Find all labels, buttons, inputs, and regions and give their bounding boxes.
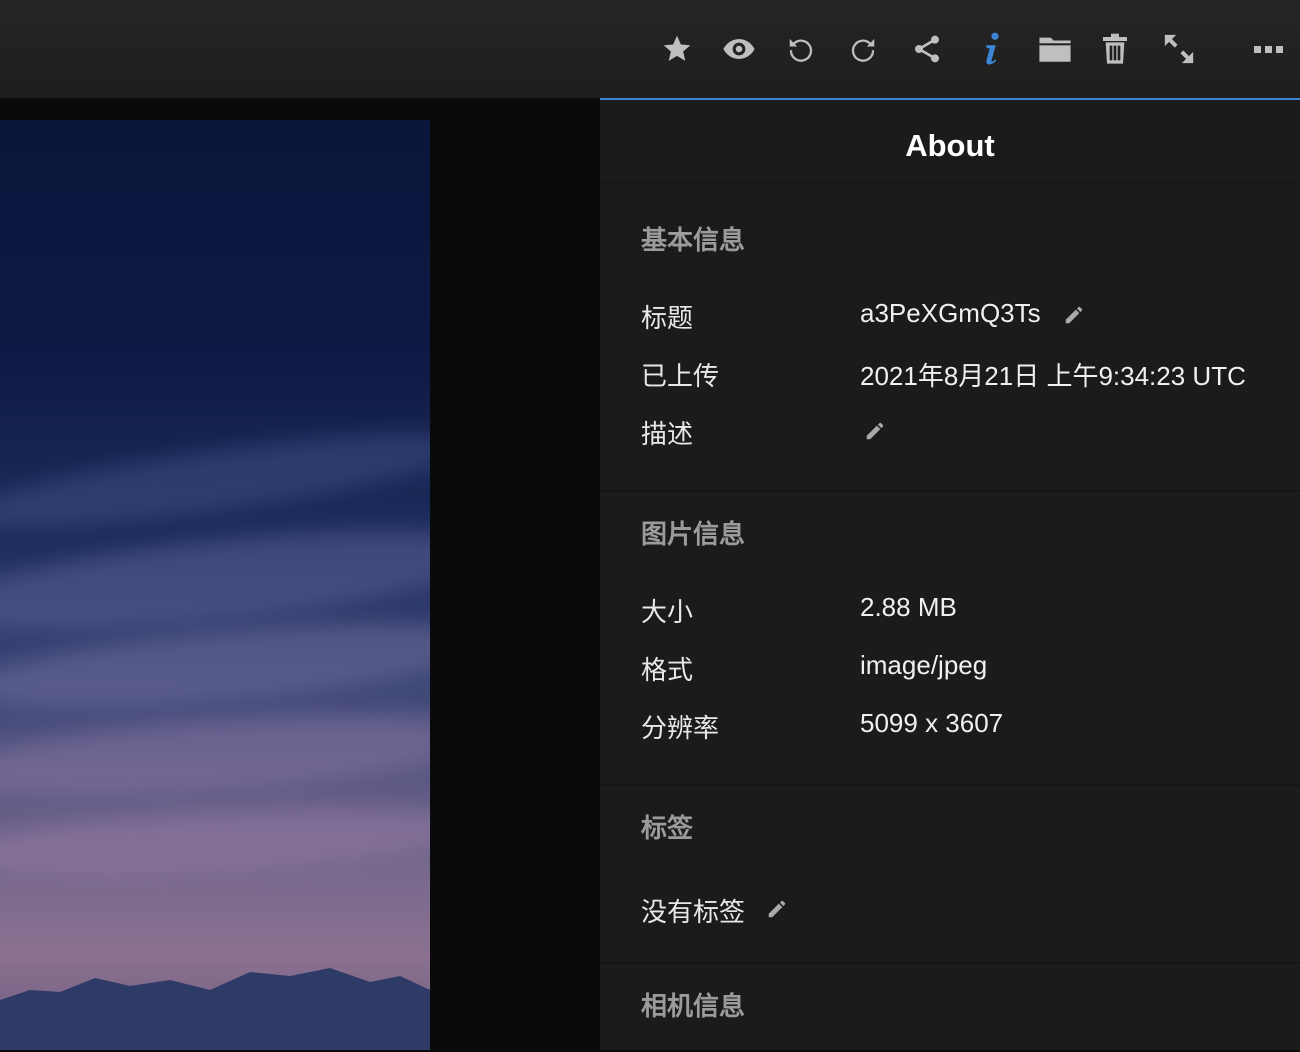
no-tags-text: 没有标签	[641, 897, 746, 927]
resolution-label: 分辨率	[641, 713, 720, 743]
folder-icon[interactable]	[1035, 30, 1075, 68]
size-value: 2.88 MB	[860, 592, 957, 622]
basic-info-section: 基本信息 标题 a3PeXGmQ3Ts 已上传 2021年8月21日 上午9:3…	[600, 182, 1300, 492]
edit-title-icon[interactable]	[1063, 304, 1085, 326]
uploaded-value: 2021年8月21日 上午9:34:23 UTC	[860, 361, 1246, 391]
resolution-value: 5099 x 3607	[860, 708, 1004, 738]
uploaded-label: 已上传	[641, 361, 720, 391]
section-heading: 基本信息	[641, 225, 746, 255]
section-heading: 图片信息	[641, 519, 746, 549]
title-label: 标题	[641, 303, 694, 333]
description-label: 描述	[641, 419, 694, 449]
section-heading: 标签	[641, 813, 694, 843]
photo-image	[0, 120, 430, 1050]
tags-section: 标签 没有标签	[600, 786, 1300, 964]
section-heading: 相机信息	[641, 991, 746, 1021]
info-panel-title: About	[905, 128, 995, 163]
image-info-section: 图片信息 大小 2.88 MB 格式 image/jpeg 分辨率 5099 x…	[600, 492, 1300, 786]
rotate-left-icon[interactable]	[781, 30, 821, 68]
more-icon[interactable]	[1249, 30, 1289, 68]
edit-tags-icon[interactable]	[766, 898, 788, 920]
top-toolbar	[0, 0, 1300, 98]
eye-icon[interactable]	[719, 30, 759, 68]
camera-info-section: 相机信息	[600, 964, 1300, 1052]
title-value: a3PeXGmQ3Ts	[860, 298, 1041, 328]
edit-description-icon[interactable]	[864, 420, 886, 442]
fullscreen-icon[interactable]	[1159, 30, 1199, 68]
photo-viewer	[0, 98, 600, 1050]
trash-icon[interactable]	[1095, 30, 1135, 68]
format-label: 格式	[641, 655, 694, 685]
mountain-silhouette	[0, 968, 430, 1050]
info-panel: About 基本信息 标题 a3PeXGmQ3Ts 已上传 2021年8月21日…	[600, 98, 1300, 1050]
info-panel-header: About	[600, 100, 1300, 183]
rotate-right-icon[interactable]	[843, 30, 883, 68]
star-icon[interactable]	[657, 30, 697, 68]
format-value: image/jpeg	[860, 650, 988, 680]
size-label: 大小	[641, 597, 694, 627]
info-icon[interactable]	[972, 30, 1012, 68]
share-icon[interactable]	[907, 30, 947, 68]
